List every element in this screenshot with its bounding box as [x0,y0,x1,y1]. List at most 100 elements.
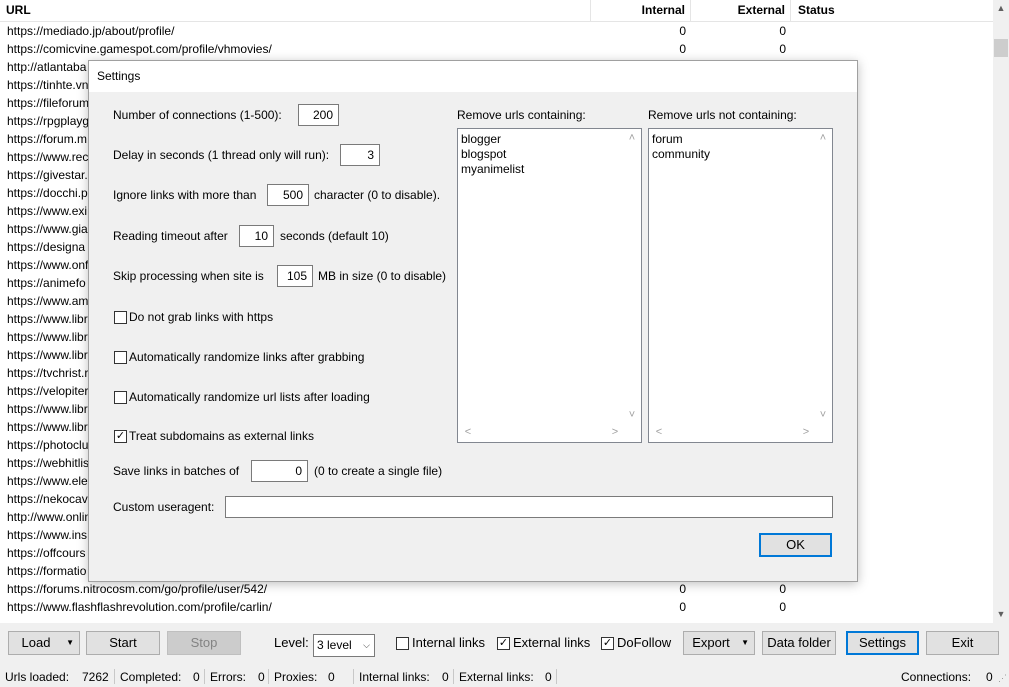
remove-not-containing-list[interactable]: forum community ˄ ˅ ˂ ˃ [648,128,833,443]
start-button[interactable]: Start [86,631,160,655]
scroll-up-icon[interactable]: ▲ [993,0,1009,16]
external-links-checkbox[interactable]: ✓ [497,637,510,650]
load-button[interactable]: Load ▼ [8,631,80,655]
dofollow-label[interactable]: DoFollow [617,631,671,655]
dofollow-checkbox[interactable]: ✓ [601,637,614,650]
timeout-label: Reading timeout after [113,229,228,243]
level-label: Level: [274,635,309,650]
skip-suffix: MB in size (0 to disable) [318,269,447,283]
connections-status-label: Connections: [901,670,972,684]
external-links-label[interactable]: External links [513,631,590,655]
url-cell: https://mediado.jp/about/profile/ [7,24,175,38]
chevron-down-icon: ⌵ [363,640,370,650]
proxies-label: Proxies: [274,670,318,684]
connections-input[interactable]: 200 [298,104,339,126]
remove-containing-label: Remove urls containing: [457,108,586,122]
ok-button[interactable]: OK [759,533,832,557]
list-item[interactable]: blogger [461,132,501,147]
grid-header: URL Internal External Status [0,0,993,22]
randomize-links-checkbox[interactable] [114,351,127,364]
ignore-label: Ignore links with more than [113,188,257,202]
table-row[interactable]: https://mediado.jp/about/profile/0 0 [0,22,993,40]
ignore-length-input[interactable]: 500 [267,184,309,206]
https-checkbox[interactable] [114,311,127,324]
table-row[interactable]: https://comicvine.gamespot.com/profile/v… [0,40,993,58]
external-cell: 0 [779,582,786,596]
delay-label: Delay in seconds (1 thread only will run… [113,148,330,162]
data-folder-button[interactable]: Data folder [762,631,836,655]
scroll-down-icon[interactable]: ˅ [815,409,831,421]
level-select-value: 3 level [317,638,352,652]
settings-button[interactable]: Settings [846,631,919,655]
status-bar: Urls loaded: 7262 Completed: 0 Errors: 0… [0,667,1009,685]
timeout-suffix: seconds (default 10) [280,229,389,243]
urls-loaded-value: 7262 [82,670,109,684]
skip-size-input[interactable]: 105 [277,265,313,287]
table-row[interactable]: https://www.flashflashrevolution.com/pro… [0,598,993,616]
completed-value: 0 [193,670,200,684]
column-header-status[interactable]: Status [791,0,993,21]
batch-input[interactable]: 0 [251,460,308,482]
url-cell: https://forums.nitrocosm.com/go/profile/… [7,582,268,596]
internal-cell: 0 [679,42,686,56]
internal-cell: 0 [679,582,686,596]
list-item[interactable]: forum [652,132,683,147]
internal-cell: 0 [679,600,686,614]
table-row[interactable]: https://forums.nitrocosm.com/go/profile/… [0,580,993,598]
dialog-title: Settings [89,61,857,92]
skip-label: Skip processing when site is [113,269,264,283]
batch-label: Save links in batches of [113,464,240,478]
column-header-external[interactable]: External [691,0,791,21]
subdomains-checkbox[interactable]: ✓ [114,430,127,443]
external-cell: 0 [779,24,786,38]
list-item[interactable]: community [652,147,710,162]
scroll-left-icon[interactable]: ˂ [651,426,667,438]
external-links-status-label: External links: [459,670,534,684]
exit-button[interactable]: Exit [926,631,999,655]
randomize-lists-checkbox[interactable] [114,391,127,404]
scroll-up-icon[interactable]: ˄ [624,132,640,144]
batch-suffix: (0 to create a single file) [314,464,443,478]
scroll-right-icon[interactable]: ˃ [607,426,623,438]
external-cell: 0 [779,600,786,614]
list-item[interactable]: blogspot [461,147,506,162]
scroll-up-icon[interactable]: ˄ [815,132,831,144]
errors-label: Errors: [210,670,246,684]
export-button-label: Export [692,635,730,650]
grid-vertical-scrollbar[interactable]: ▲ ▼ [993,0,1009,623]
internal-links-status-value: 0 [442,670,449,684]
level-select[interactable]: 3 level ⌵ [313,634,375,657]
internal-links-status-label: Internal links: [359,670,430,684]
scroll-left-icon[interactable]: ˂ [460,426,476,438]
internal-links-label[interactable]: Internal links [412,631,485,655]
stop-button[interactable]: Stop [167,631,241,655]
column-header-internal[interactable]: Internal [591,0,691,21]
dropdown-arrow-icon: ▼ [66,638,74,647]
randomize-links-label[interactable]: Automatically randomize links after grab… [129,350,364,364]
delay-input[interactable]: 3 [340,144,380,166]
useragent-label: Custom useragent: [113,500,215,514]
scroll-down-icon[interactable]: ▼ [993,606,1009,622]
subdomains-label[interactable]: Treat subdomains as external links [129,429,314,443]
errors-value: 0 [258,670,265,684]
internal-links-checkbox[interactable] [396,637,409,650]
load-button-label: Load [21,635,51,650]
connections-status-value: 0 [986,670,993,684]
scroll-right-icon[interactable]: ˃ [798,426,814,438]
list-item[interactable]: myanimelist [461,162,524,177]
timeout-input[interactable]: 10 [239,225,274,247]
dropdown-arrow-icon: ▼ [741,638,749,647]
internal-cell: 0 [679,24,686,38]
remove-not-containing-label: Remove urls not containing: [648,108,797,122]
useragent-input[interactable] [225,496,833,518]
scrollbar-thumb[interactable] [994,39,1008,57]
column-header-url[interactable]: URL [0,0,591,21]
export-button[interactable]: Export ▼ [683,631,755,655]
https-checkbox-label[interactable]: Do not grab links with https [129,310,273,324]
scroll-down-icon[interactable]: ˅ [624,409,640,421]
remove-containing-list[interactable]: blogger blogspot myanimelist ˄ ˅ ˂ ˃ [457,128,642,443]
external-cell: 0 [779,42,786,56]
resize-grip-icon[interactable]: ⋰ [998,673,1007,684]
ignore-suffix: character (0 to disable). [314,188,441,202]
randomize-lists-label[interactable]: Automatically randomize url lists after … [129,390,370,404]
